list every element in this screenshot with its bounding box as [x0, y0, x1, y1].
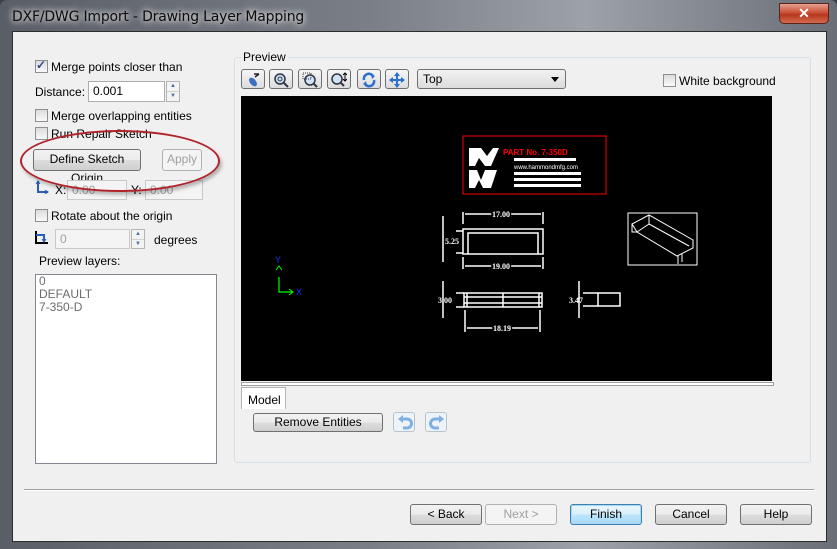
hammond-logo — [469, 148, 499, 188]
apply-button[interactable]: Apply — [162, 149, 202, 171]
dim-label: 18.19 — [493, 324, 511, 333]
undo-button[interactable] — [393, 412, 415, 432]
undo-icon — [398, 415, 413, 430]
zoom-in-button[interactable] — [269, 69, 293, 89]
rotate-view-button[interactable] — [357, 69, 381, 89]
origin-y-input[interactable]: 0.00 — [145, 180, 203, 200]
help-button[interactable]: Help — [740, 504, 812, 525]
origin-x-input[interactable]: 0.00 — [67, 180, 127, 200]
white-background-label: White background — [679, 74, 776, 88]
view-select[interactable]: Top — [417, 69, 566, 89]
zoom-window-button[interactable] — [298, 69, 322, 89]
merge-points-checkbox[interactable] — [35, 58, 48, 73]
zoom-in-out-icon — [331, 72, 347, 87]
title-block-line — [514, 178, 581, 181]
spin-up-icon[interactable]: ▲ — [132, 230, 144, 240]
tab-model[interactable]: Model — [241, 387, 286, 409]
close-icon: ✕ — [798, 5, 810, 21]
axis-triad — [275, 265, 294, 296]
title-block-line — [514, 158, 576, 161]
zoom-to-fit-icon — [249, 73, 260, 87]
dim-label: 3.47 — [569, 296, 583, 305]
close-button[interactable]: ✕ — [779, 3, 829, 24]
view-select-value: Top — [423, 72, 443, 86]
preview-layers-label: Preview layers: — [39, 254, 121, 268]
run-repair-checkbox[interactable] — [35, 127, 48, 140]
back-button[interactable]: < Back — [410, 504, 482, 525]
tab-model-label: Model — [248, 393, 281, 407]
rotate-angle-icon — [33, 230, 49, 246]
cancel-button[interactable]: Cancel — [655, 504, 727, 525]
remove-entities-button[interactable]: Remove Entities — [253, 413, 383, 432]
chevron-down-icon — [551, 77, 559, 82]
drawing-canvas: PART No. 7-350D www.hammondmfg.com 5.25 … — [275, 135, 698, 335]
dim-label: 19.00 — [492, 262, 510, 271]
horizontal-scrollbar[interactable] — [241, 382, 774, 386]
title-block-line — [514, 172, 581, 175]
rotate-checkbox[interactable] — [35, 209, 48, 222]
pan-icon — [389, 72, 405, 88]
preview-layers-list[interactable]: 0 DEFAULT 7-350-D — [35, 274, 217, 464]
title-block-line — [514, 184, 581, 187]
dim-label: 17.00 — [492, 210, 510, 219]
dim-label: 5.25 — [445, 237, 459, 246]
run-repair-label: Run Repair Sketch — [51, 127, 152, 141]
zoom-in-icon — [274, 73, 289, 88]
y-label: Y: — [131, 183, 142, 197]
next-button[interactable]: Next > — [485, 504, 557, 525]
part-number-text: PART No. 7-350D — [503, 148, 568, 157]
rotate-icon — [362, 72, 376, 88]
url-text: www.hammondmfg.com — [513, 165, 578, 171]
zoom-to-fit-button[interactable] — [241, 69, 265, 89]
distance-label: Distance: — [35, 85, 86, 99]
rotate-label: Rotate about the origin — [51, 209, 173, 223]
zoom-in-out-button[interactable] — [327, 69, 351, 89]
merge-points-label: Merge points closer than — [51, 60, 183, 74]
axis-y-label: Y — [275, 255, 281, 265]
spin-down-icon[interactable]: ▼ — [132, 240, 144, 249]
distance-input[interactable]: 0.001 — [88, 81, 165, 102]
degrees-label: degrees — [154, 233, 198, 247]
dialog-client: Merge points closer than Distance: 0.001… — [12, 31, 827, 542]
side-view — [578, 281, 621, 318]
merge-overlapping-label: Merge overlapping entities — [51, 109, 192, 123]
redo-button[interactable] — [425, 412, 447, 432]
zoom-window-icon — [302, 72, 318, 88]
spin-down-icon[interactable]: ▼ — [167, 92, 179, 101]
white-background-checkbox[interactable] — [663, 74, 676, 87]
finish-button[interactable]: Finish — [570, 504, 642, 525]
isometric-view — [627, 212, 698, 266]
define-sketch-origin-button[interactable]: Define Sketch Origin — [33, 149, 141, 185]
distance-spinner[interactable]: ▲ ▼ — [166, 81, 180, 102]
pan-button[interactable] — [385, 69, 409, 89]
origin-axes-icon — [35, 180, 49, 195]
footer-separator — [24, 489, 814, 491]
window-title: DXF/DWG Import - Drawing Layer Mapping — [12, 9, 305, 25]
rotation-spinner[interactable]: ▲ ▼ — [131, 229, 145, 249]
dim-label: 3.00 — [438, 296, 452, 305]
layer-item[interactable]: 7-350-D — [36, 301, 216, 314]
x-label: X: — [55, 183, 67, 197]
preview-group-label: Preview — [241, 50, 288, 64]
drawing-preview-viewport[interactable]: PART No. 7-350D www.hammondmfg.com 5.25 … — [241, 96, 772, 381]
spin-up-icon[interactable]: ▲ — [167, 82, 179, 92]
redo-icon — [429, 415, 444, 430]
axis-x-label: X — [296, 287, 302, 297]
merge-overlapping-checkbox[interactable] — [35, 109, 48, 122]
rotation-input[interactable]: 0 — [55, 229, 130, 249]
dialog-window: DXF/DWG Import - Drawing Layer Mapping ✕… — [0, 0, 837, 549]
